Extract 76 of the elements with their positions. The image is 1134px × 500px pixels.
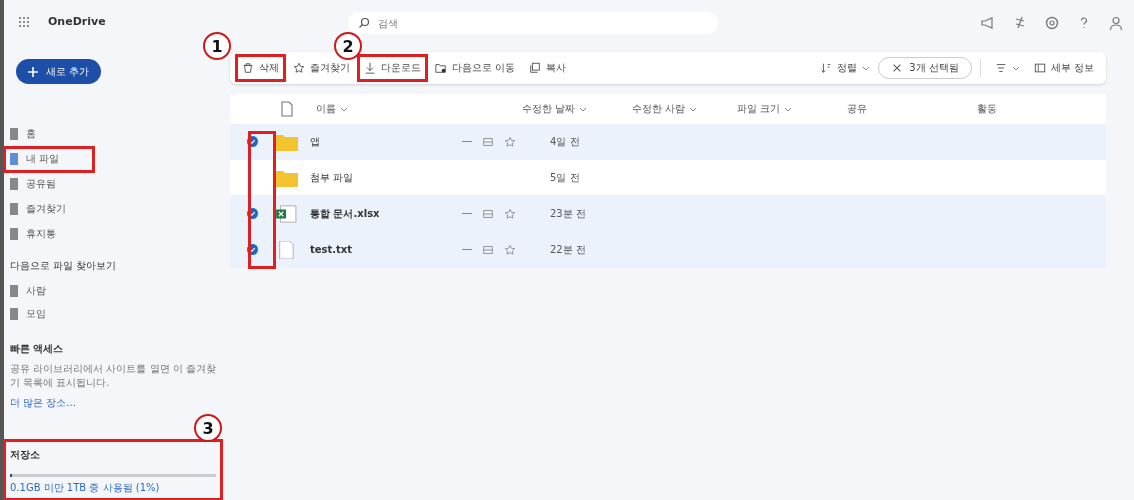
nav-item[interactable]: 공유됨 (4, 171, 94, 197)
details-pane-icon (1033, 62, 1046, 74)
star-icon (293, 62, 305, 74)
section-title: 빠른 액세스 (10, 342, 65, 356)
column-header[interactable]: 공유 (847, 102, 977, 116)
section-title: 다음으로 파일 찾아보기 (10, 258, 118, 273)
nav-item[interactable]: 즐겨찾기 (4, 196, 94, 222)
folder-icon (435, 62, 447, 74)
column-header[interactable]: 수정한 날짜 (522, 102, 632, 116)
column-header[interactable]: 수정한 사람 (632, 102, 737, 116)
search-icon (358, 17, 370, 29)
modified-date: 22분 전 (550, 242, 587, 257)
copy-icon (529, 62, 542, 74)
star-icon[interactable] (504, 207, 516, 220)
toolbar-button[interactable]: 삭제 (236, 55, 285, 81)
storage-usage[interactable]: 0.1GB 미만 1TB 중 사용됨 (1%) (10, 481, 216, 495)
checkmark-icon[interactable] (246, 244, 258, 255)
folder-icon (274, 168, 298, 187)
nav-item[interactable]: 내 파일 (4, 146, 94, 172)
more-places-link[interactable]: 더 많은 장소... (10, 396, 230, 410)
app-name: OneDrive (48, 15, 106, 29)
modified-date: 23분 전 (550, 206, 587, 221)
nav-item[interactable]: 사람 (4, 278, 94, 303)
callout-number: 3 (194, 414, 222, 442)
file-type-icon (280, 101, 294, 117)
spreadsheet-icon (274, 204, 298, 223)
caret-icon (579, 106, 588, 112)
file-name[interactable]: test.txt (310, 244, 462, 255)
file-row[interactable]: 통합 문서.xlsx 23분 전 (230, 196, 1106, 232)
caret-icon (1011, 65, 1020, 71)
storage-title: 저장소 (10, 448, 41, 462)
toolbar-button[interactable]: 다음으로 이동 (429, 55, 522, 81)
share-icon[interactable] (482, 207, 494, 220)
sort-icon (820, 62, 833, 74)
details-button[interactable]: 세부 정보 (1027, 55, 1100, 81)
trash-icon (242, 62, 254, 74)
column-header[interactable]: 파일 크기 (737, 102, 847, 116)
caret-icon (784, 106, 793, 112)
app-launcher-icon[interactable] (18, 15, 30, 28)
settings-icon[interactable] (1044, 15, 1060, 31)
caret-icon (340, 106, 348, 112)
column-header[interactable]: 이름 (316, 102, 522, 116)
quick-access-description: 공유 라이브러리에서 사이트를 열면 이 즐겨찾기 목록에 표시됩니다. (10, 362, 217, 390)
file-name[interactable]: 첨부 파일 (310, 170, 462, 185)
account-icon[interactable] (1108, 15, 1124, 31)
file-row[interactable]: 앱 4일 전 (230, 124, 1106, 160)
star-icon[interactable] (504, 243, 516, 256)
caret-icon (689, 106, 698, 112)
toolbar-button[interactable]: 복사 (523, 55, 573, 81)
checkmark-icon[interactable] (246, 208, 258, 219)
plus-icon (28, 66, 38, 77)
file-name[interactable]: 통합 문서.xlsx (310, 206, 462, 221)
column-header[interactable]: 활동 (977, 102, 1027, 116)
megaphone-icon[interactable] (980, 15, 996, 31)
star-icon[interactable] (504, 135, 516, 148)
callout-number: 2 (334, 32, 362, 60)
file-name[interactable]: 앱 (310, 134, 462, 149)
new-button[interactable]: 새로 추가 (16, 59, 102, 84)
modified-date: 5일 전 (550, 170, 581, 185)
folder-icon (274, 132, 298, 151)
caret-icon (862, 65, 871, 71)
nav-item[interactable]: 휴지통 (4, 221, 94, 247)
download-icon (364, 62, 376, 74)
file-row[interactable]: 첨부 파일 5일 전 (230, 160, 1106, 196)
callout-number: 1 (203, 32, 231, 60)
sort-button[interactable]: 정렬 (814, 55, 877, 81)
modified-date: 4일 전 (550, 134, 581, 149)
nav-item[interactable]: 홈 (4, 121, 94, 147)
share-icon[interactable] (482, 243, 494, 256)
checkmark-icon[interactable] (246, 136, 258, 147)
selection-button[interactable]: 3개 선택됨 (878, 57, 972, 79)
nav-item[interactable]: 모임 (4, 302, 94, 326)
view-options-icon (994, 62, 1007, 74)
file-row[interactable]: test.txt 22분 전 (230, 232, 1106, 268)
share-icon[interactable] (482, 135, 494, 148)
search-field[interactable]: 검색 (348, 12, 718, 34)
